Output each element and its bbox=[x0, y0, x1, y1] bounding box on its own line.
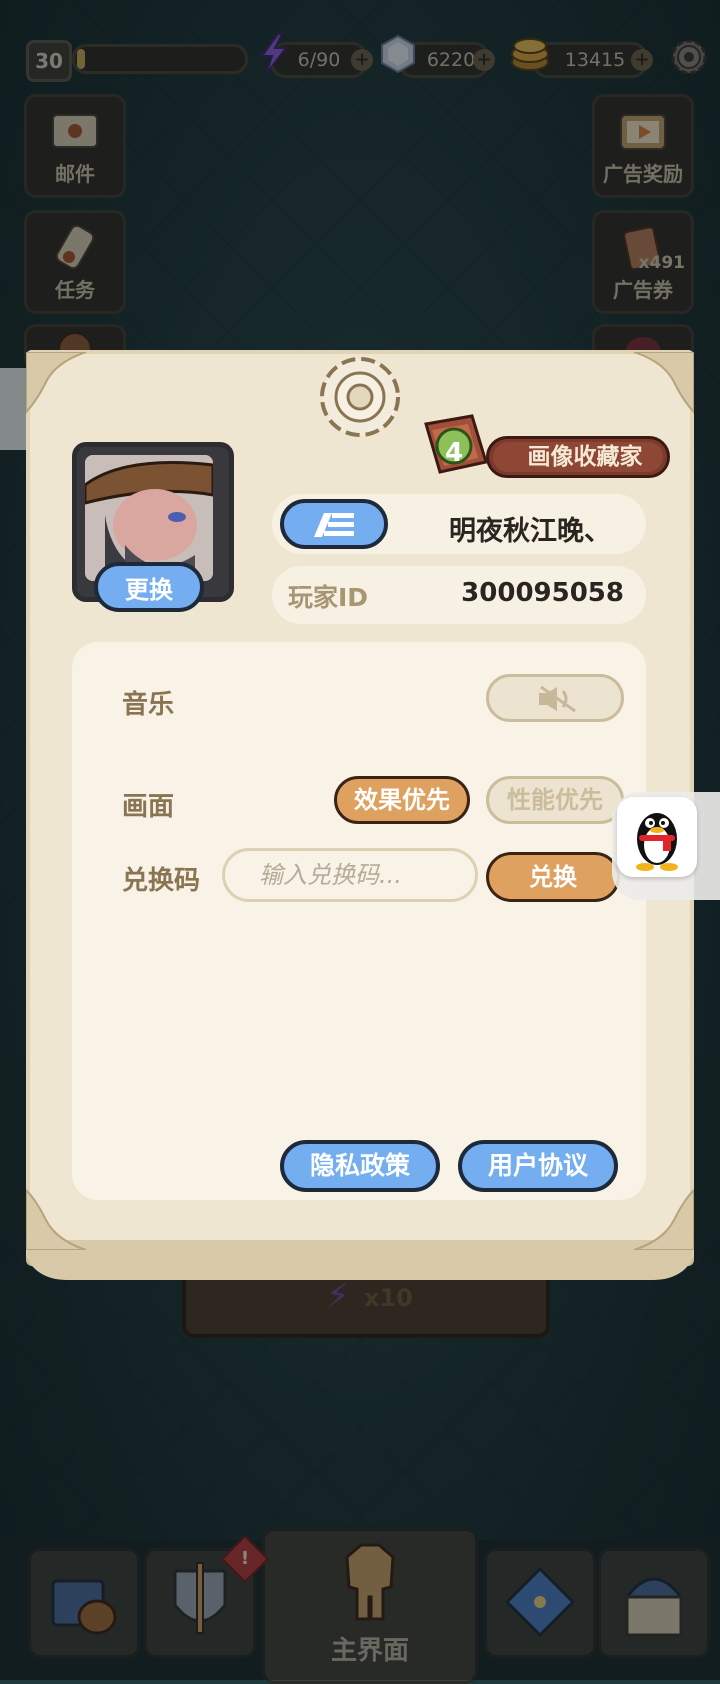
player-id-label: 玩家ID bbox=[288, 583, 369, 612]
panel-bottom-edge bbox=[26, 1240, 694, 1280]
title-name: 画像收藏家 bbox=[493, 442, 663, 472]
music-muted-icon bbox=[539, 685, 576, 713]
player-id-value[interactable]: 300095058 bbox=[440, 578, 624, 608]
redeem-code-input[interactable] bbox=[222, 848, 478, 902]
change-avatar-button[interactable]: 更换 bbox=[94, 562, 204, 612]
rename-button[interactable] bbox=[280, 499, 388, 549]
music-toggle[interactable] bbox=[486, 674, 624, 722]
qq-button[interactable] bbox=[617, 797, 697, 877]
edit-pencil-icon bbox=[314, 513, 354, 537]
music-label: 音乐 bbox=[122, 690, 175, 720]
redeem-button[interactable]: 兑换 bbox=[486, 852, 620, 902]
privacy-policy-button[interactable]: 隐私政策 bbox=[280, 1140, 440, 1192]
qq-penguin-icon bbox=[636, 813, 678, 871]
title-ribbon[interactable]: 画像收藏家 bbox=[486, 436, 670, 478]
corner-ornament-icon bbox=[633, 352, 694, 414]
graphics-quality-option[interactable]: 效果优先 bbox=[334, 776, 470, 824]
graphics-performance-option[interactable]: 性能优先 bbox=[486, 776, 624, 824]
redeem-code-label: 兑换码 bbox=[122, 866, 201, 896]
corner-ornament-icon bbox=[26, 352, 87, 414]
panel-settings-gear-icon bbox=[320, 357, 400, 437]
graphics-label: 画面 bbox=[122, 792, 175, 822]
title-level: 4 bbox=[444, 438, 464, 468]
player-name: 明夜秋江晚、 bbox=[449, 516, 611, 547]
settings-box bbox=[72, 642, 646, 1200]
user-agreement-button[interactable]: 用户协议 bbox=[458, 1140, 618, 1192]
